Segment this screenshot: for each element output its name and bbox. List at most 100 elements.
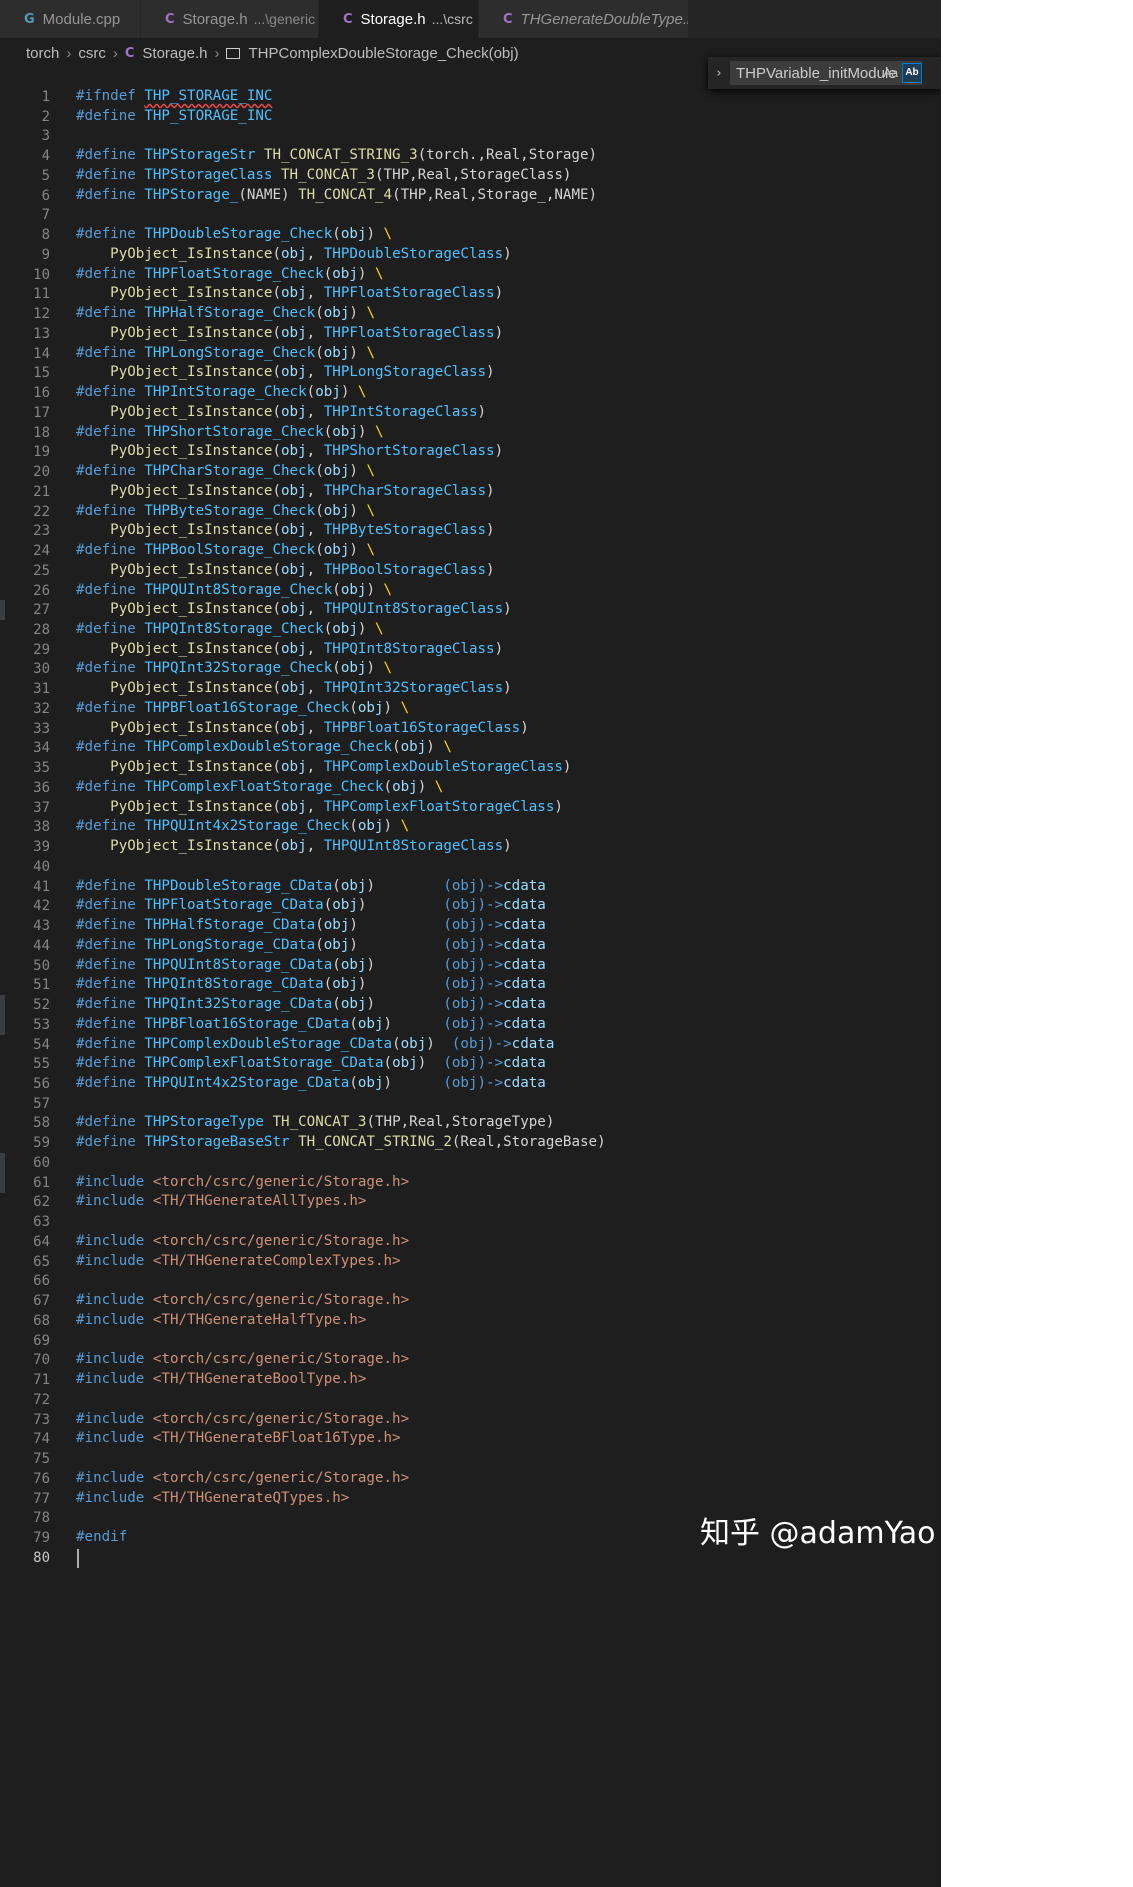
code-line[interactable]: #define THPLongStorage_Check(obj) \	[76, 345, 375, 361]
line-number: 56	[33, 1076, 50, 1092]
code-line[interactable]: #include <TH/THGenerateAllTypes.h>	[76, 1193, 366, 1209]
code-line[interactable]: #include <torch/csrc/generic/Storage.h>	[76, 1351, 409, 1367]
whole-word-toggle[interactable]: Ab	[902, 63, 922, 83]
code-line[interactable]: PyObject_IsInstance(obj, THPCharStorageC…	[76, 483, 494, 499]
tab-thgeneratedoubletype-h[interactable]: C THGenerateDoubleType.h	[479, 0, 689, 38]
code-line[interactable]: #define THPCharStorage_Check(obj) \	[76, 463, 375, 479]
code-line[interactable]: #include <torch/csrc/generic/Storage.h>	[76, 1292, 409, 1308]
match-case-toggle[interactable]: Aa	[883, 66, 898, 80]
tab-label: Storage.h	[182, 10, 248, 28]
line-number: 62	[33, 1194, 50, 1211]
line-number: 65	[33, 1253, 50, 1270]
code-line[interactable]: #define THPQInt32Storage_Check(obj) \	[76, 660, 392, 676]
tab-storage-h-generic[interactable]: C Storage.h ...\generic	[141, 0, 319, 38]
code-line[interactable]: #define THPQInt8Storage_Check(obj) \	[76, 621, 384, 637]
breadcrumb-item-torch[interactable]: torch	[26, 45, 59, 62]
code-line[interactable]: #include <torch/csrc/generic/Storage.h>	[76, 1174, 409, 1190]
code-line[interactable]: PyObject_IsInstance(obj, THPByteStorageC…	[76, 522, 494, 538]
code-line[interactable]: #include <TH/THGenerateBFloat16Type.h>	[76, 1430, 401, 1446]
code-line[interactable]: #endif	[76, 1529, 127, 1545]
code-line[interactable]: PyObject_IsInstance(obj, THPBFloat16Stor…	[76, 720, 529, 736]
code-line[interactable]: PyObject_IsInstance(obj, THPComplexDoubl…	[76, 759, 571, 775]
code-line[interactable]: #define THPQInt8Storage_CData(obj) (obj)…	[76, 976, 546, 992]
tab-storage-h-csrc[interactable]: C Storage.h ...\csrc	[319, 0, 479, 38]
code-line[interactable]: #define THPLongStorage_CData(obj) (obj)-…	[76, 937, 546, 953]
code-line[interactable]: PyObject_IsInstance(obj, THPLongStorageC…	[76, 364, 494, 380]
line-number: 34	[33, 740, 50, 757]
code-line[interactable]: #ifndef THP_STORAGE_INC	[76, 88, 272, 104]
code-line[interactable]: #include <TH/THGenerateQTypes.h>	[76, 1490, 349, 1506]
code-line[interactable]: #include <torch/csrc/generic/Storage.h>	[76, 1233, 409, 1249]
code-line[interactable]: #include <torch/csrc/generic/Storage.h>	[76, 1411, 409, 1427]
line-number: 12	[33, 306, 50, 323]
line-number: 69	[33, 1332, 50, 1349]
code-line[interactable]: #define THPComplexFloatStorage_Check(obj…	[76, 779, 443, 795]
code-line[interactable]: #define THPDoubleStorage_Check(obj) \	[76, 226, 392, 242]
code-line[interactable]: PyObject_IsInstance(obj, THPQInt32Storag…	[76, 680, 511, 696]
code-line[interactable]: #define THP_STORAGE_INC	[76, 108, 272, 124]
code-line[interactable]: PyObject_IsInstance(obj, THPBoolStorageC…	[76, 562, 494, 578]
line-number: 74	[33, 1431, 50, 1448]
line-number: 10	[33, 266, 50, 283]
code-line[interactable]: #define THPHalfStorage_CData(obj) (obj)-…	[76, 917, 546, 933]
line-number: 73	[33, 1411, 50, 1428]
code-line[interactable]: #define THPQUInt8Storage_Check(obj) \	[76, 582, 392, 598]
chevron-right-icon: ›	[66, 44, 72, 62]
line-number: 54	[33, 1036, 50, 1053]
code-line[interactable]: #define THPBFloat16Storage_Check(obj) \	[76, 700, 409, 716]
code-line[interactable]: PyObject_IsInstance(obj, THPIntStorageCl…	[76, 404, 486, 420]
code-line[interactable]: #define THPFloatStorage_CData(obj) (obj)…	[76, 897, 546, 913]
code-line[interactable]: #include <TH/THGenerateHalfType.h>	[76, 1312, 366, 1328]
code-line[interactable]: #define THPStorageClass TH_CONCAT_3(THP,…	[76, 167, 571, 183]
line-number: 8	[41, 227, 50, 244]
line-number: 15	[33, 365, 50, 382]
gutter-marker	[0, 1172, 5, 1193]
code-line[interactable]: #define THPQUInt8Storage_CData(obj) (obj…	[76, 957, 546, 973]
line-number: 61	[33, 1174, 50, 1191]
code-line[interactable]: #define THPComplexDoubleStorage_Check(ob…	[76, 739, 452, 755]
code-line[interactable]: #define THPStorage_(NAME) TH_CONCAT_4(TH…	[76, 187, 597, 203]
breadcrumb-item-csrc[interactable]: csrc	[78, 45, 106, 62]
line-number: 40	[33, 858, 50, 875]
code-line[interactable]: #define THPComplexFloatStorage_CData(obj…	[76, 1055, 546, 1071]
code-line[interactable]: #include <torch/csrc/generic/Storage.h>	[76, 1470, 409, 1486]
code-line[interactable]: #define THPQInt32Storage_CData(obj) (obj…	[76, 996, 546, 1012]
line-number: 28	[33, 621, 50, 638]
code-line[interactable]: #define THPComplexDoubleStorage_CData(ob…	[76, 1036, 554, 1052]
breadcrumb-item-file[interactable]: Storage.h	[142, 45, 207, 62]
line-number: 21	[33, 483, 50, 500]
code-line[interactable]: #define THPStorageStr TH_CONCAT_STRING_3…	[76, 147, 597, 163]
code-line[interactable]: #define THPQUInt4x2Storage_CData(obj) (o…	[76, 1075, 546, 1091]
code-line[interactable]: PyObject_IsInstance(obj, THPDoubleStorag…	[76, 246, 511, 262]
code-line[interactable]: PyObject_IsInstance(obj, THPQUInt8Storag…	[76, 601, 511, 617]
line-number: 19	[33, 444, 50, 461]
code-line[interactable]: PyObject_IsInstance(obj, THPQInt8Storage…	[76, 641, 503, 657]
code-line[interactable]: #define THPHalfStorage_Check(obj) \	[76, 305, 375, 321]
code-line[interactable]: #define THPByteStorage_Check(obj) \	[76, 503, 375, 519]
code-line[interactable]: #define THPShortStorage_Check(obj) \	[76, 424, 384, 440]
code-line[interactable]: #define THPQUInt4x2Storage_Check(obj) \	[76, 818, 409, 834]
code-line[interactable]: #include <TH/THGenerateComplexTypes.h>	[76, 1253, 401, 1269]
code-line[interactable]: #define THPBFloat16Storage_CData(obj) (o…	[76, 1016, 546, 1032]
find-input[interactable]: THPVariable_initModule Aa Ab	[730, 61, 922, 85]
code-line[interactable]: PyObject_IsInstance(obj, THPShortStorage…	[76, 443, 503, 459]
chevron-right-icon[interactable]: ›	[708, 66, 730, 81]
code-line[interactable]: PyObject_IsInstance(obj, THPFloatStorage…	[76, 325, 503, 341]
gutter-marker	[0, 1152, 5, 1173]
code-line[interactable]: #define THPStorageType TH_CONCAT_3(THP,R…	[76, 1114, 554, 1130]
code-line[interactable]: PyObject_IsInstance(obj, THPQUInt8Storag…	[76, 838, 511, 854]
code-line[interactable]: #define THPDoubleStorage_CData(obj) (obj…	[76, 878, 546, 894]
breadcrumb-item-symbol[interactable]: THPComplexDoubleStorage_Check(obj)	[248, 45, 518, 62]
code-line[interactable]: #define THPStorageBaseStr TH_CONCAT_STRI…	[76, 1134, 606, 1150]
code-line[interactable]: #define THPFloatStorage_Check(obj) \	[76, 266, 384, 282]
line-number: 3	[41, 128, 50, 145]
code-line[interactable]: PyObject_IsInstance(obj, THPFloatStorage…	[76, 285, 503, 301]
code-line[interactable]: PyObject_IsInstance(obj, THPComplexFloat…	[76, 799, 563, 815]
code-line[interactable]: #define THPIntStorage_Check(obj) \	[76, 384, 366, 400]
code-line[interactable]: #include <TH/THGenerateBoolType.h>	[76, 1371, 366, 1387]
symbol-macro-icon	[226, 47, 241, 59]
code-line[interactable]: #define THPBoolStorage_Check(obj) \	[76, 542, 375, 558]
watermark: 知乎 @adamYao	[700, 1516, 936, 1551]
tab-module-cpp[interactable]: G Module.cpp	[0, 0, 141, 38]
line-number: 4	[41, 148, 50, 165]
